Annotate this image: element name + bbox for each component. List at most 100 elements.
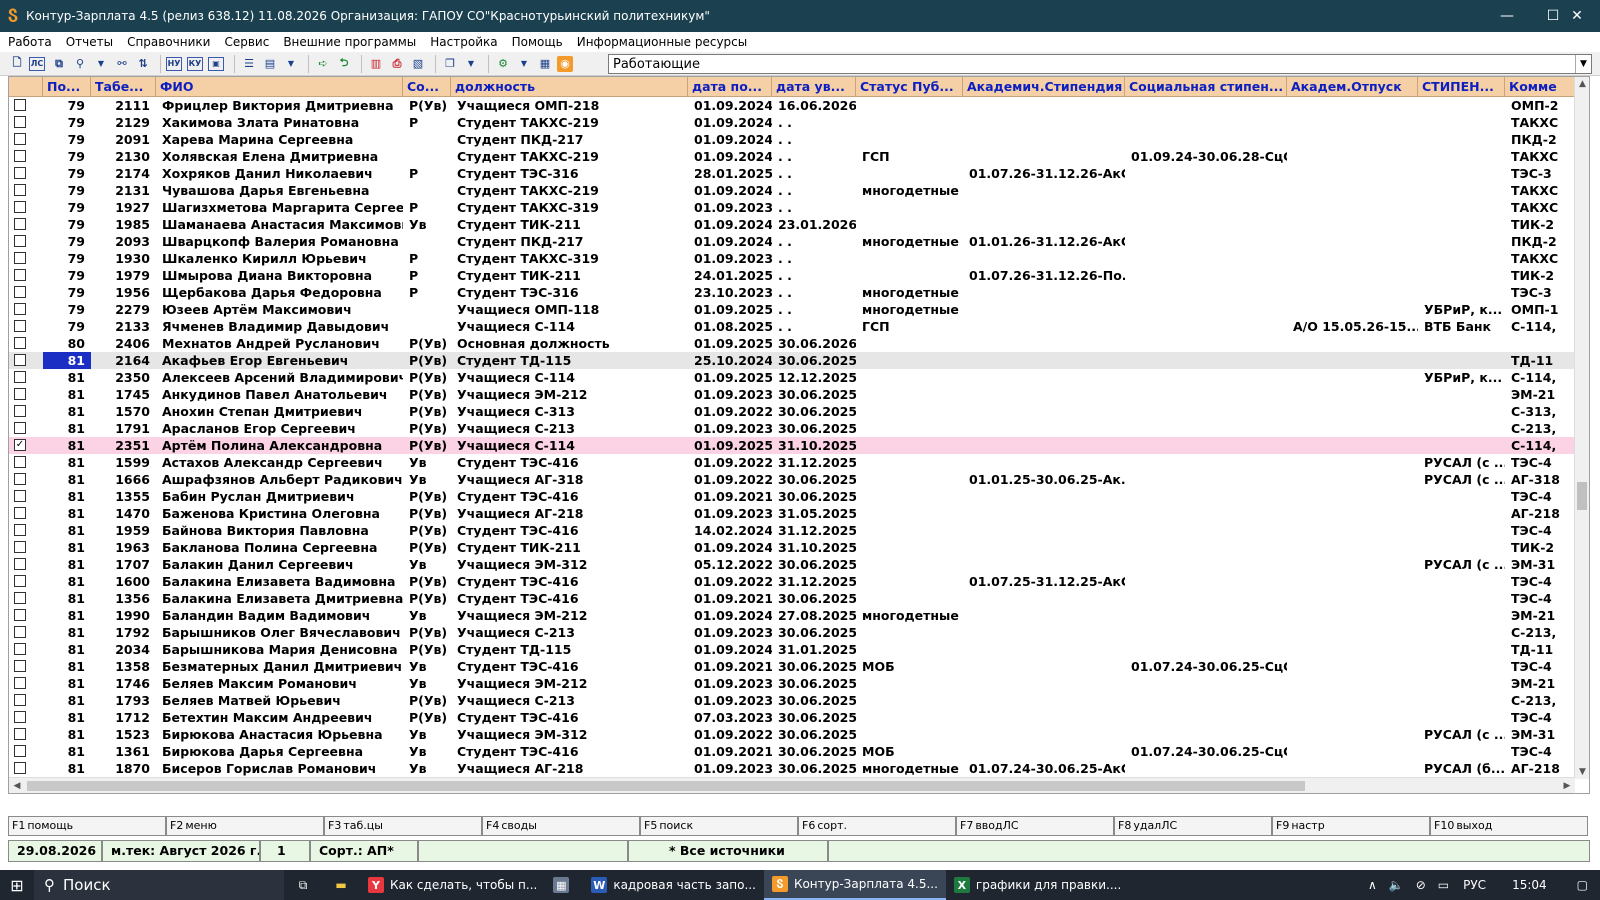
export-icon[interactable]: ➪ — [314, 55, 332, 73]
fkey-f6[interactable]: F6 сорт. — [798, 816, 956, 836]
row-checkbox[interactable] — [14, 150, 26, 162]
table-row[interactable]: 81 1355 Бабин Руслан Дмитриевич Р(Ув) Студен… — [9, 488, 1575, 505]
focused-cell[interactable]: 81 — [43, 352, 91, 369]
print-icon[interactable]: ⎙ — [388, 55, 406, 73]
personal-card-icon[interactable]: ЛС — [29, 56, 45, 71]
dropdown-arrow-icon[interactable]: ▼ — [282, 55, 300, 73]
table-icon[interactable]: ▤ — [261, 55, 279, 73]
scroll-right-icon[interactable]: ▶ — [1559, 778, 1575, 793]
row-checkbox[interactable] — [14, 473, 26, 485]
row-checkbox[interactable] — [14, 218, 26, 230]
menu-references[interactable]: Справочники — [127, 35, 210, 49]
import-icon[interactable]: ⮌ — [335, 55, 353, 73]
row-checkbox[interactable] — [14, 371, 26, 383]
menu-work[interactable]: Работа — [8, 35, 52, 49]
table-row[interactable]: 81 1470 Баженова Кристина Олеговна Р(Ув) Уча… — [9, 505, 1575, 522]
filter-select[interactable]: Работающие ▼ — [608, 54, 1592, 74]
clock[interactable]: 15:04 — [1494, 870, 1565, 900]
notifications-icon[interactable]: ▢ — [1565, 870, 1600, 900]
binoculars-icon[interactable]: ⚯ — [113, 55, 131, 73]
scroll-thumb[interactable] — [1577, 482, 1587, 510]
col-state[interactable]: Со... — [403, 77, 451, 97]
row-checkbox[interactable] — [14, 252, 26, 264]
row-checkbox[interactable] — [14, 405, 26, 417]
chevron-down-icon[interactable]: ▼ — [1575, 55, 1591, 73]
table-row[interactable]: 79 2131 Чувашова Дарья Евгеньевна Студент Т… — [9, 182, 1575, 199]
vertical-scrollbar[interactable]: ▲ ▼ — [1574, 77, 1589, 779]
table-row[interactable]: 81 1358 Безматерных Данил Дмитриевич Ув Студ… — [9, 658, 1575, 675]
menu-settings[interactable]: Настройка — [430, 35, 497, 49]
dropdown-arrow-icon[interactable]: ▼ — [462, 55, 480, 73]
table-row[interactable]: 81 1792 Барышников Олег Вячеславович Р(Ув) У… — [9, 624, 1575, 641]
row-checkbox[interactable] — [14, 235, 26, 247]
col-check[interactable] — [9, 77, 43, 97]
table-row[interactable]: 81 1963 Бакланова Полина Сергеевна Р(Ув) Сту… — [9, 539, 1575, 556]
row-checkbox[interactable] — [14, 167, 26, 179]
row-checkbox[interactable] — [14, 303, 26, 315]
table-row[interactable]: 81 1746 Беляев Максим Романович Ув Учащиеся … — [9, 675, 1575, 692]
table-row[interactable]: 81 1712 Бетехтин Максим Андреевич Р(Ув) Студ… — [9, 709, 1575, 726]
person-search-icon[interactable]: ⚲ — [71, 55, 89, 73]
row-checkbox[interactable] — [14, 728, 26, 740]
table-row[interactable]: 81 1570 Анохин Степан Дмитриевич Р(Ув) Учащи… — [9, 403, 1575, 420]
taskbar-app[interactable]: Xграфики для правки.... — [946, 870, 1129, 900]
col-tabel[interactable]: Табе... — [91, 77, 156, 97]
table-row[interactable]: 81 1870 Бисеров Горислав Романович Ув Учащие… — [9, 760, 1575, 777]
taskbar-search[interactable]: ⚲ Поиск — [34, 870, 284, 900]
dropdown-arrow-icon[interactable]: ▼ — [515, 55, 533, 73]
row-checkbox[interactable] — [14, 575, 26, 587]
table-row[interactable]: 81 1793 Беляев Матвей Юрьевич Р(Ув) Учащиеся… — [9, 692, 1575, 709]
col-stipend[interactable]: СТИПЕН... — [1418, 77, 1505, 97]
chevron-up-icon[interactable]: ∧ — [1362, 870, 1383, 900]
fkey-f2[interactable]: F2 меню — [166, 816, 324, 836]
rss-icon[interactable]: ◉ — [557, 55, 573, 72]
sort-icon[interactable]: ⇅ — [134, 55, 152, 73]
network-icon[interactable]: ⊘ — [1410, 870, 1432, 900]
col-fio[interactable]: ФИО — [156, 77, 403, 97]
menu-reports[interactable]: Отчеты — [66, 35, 113, 49]
table-row[interactable]: 81 1791 Арасланов Егор Сергеевич Р(Ув) Учащи… — [9, 420, 1575, 437]
table-row[interactable]: 81 1356 Балакина Елизавета Дмитриевна Р(Ув)… — [9, 590, 1575, 607]
table-row[interactable]: 81 2034 Барышникова Мария Денисовна Р(Ув) Ст… — [9, 641, 1575, 658]
row-checkbox[interactable] — [14, 456, 26, 468]
row-checkbox[interactable] — [14, 133, 26, 145]
volume-icon[interactable]: 🔈 — [1383, 870, 1410, 900]
row-checkbox[interactable] — [14, 422, 26, 434]
table-row[interactable]: 81 1959 Байнова Виктория Павловна Р(Ув) Студ… — [9, 522, 1575, 539]
col-acad-leave[interactable]: Академ.Отпуск — [1287, 77, 1418, 97]
table-row[interactable]: 79 2130 Холявская Елена Дмитриевна Студент … — [9, 148, 1575, 165]
row-checkbox[interactable] — [14, 762, 26, 774]
table-row[interactable]: 81 1599 Астахов Александр Сергеевич Ув Студе… — [9, 454, 1575, 471]
table-row[interactable]: 79 1979 Шмырова Диана Викторовна Р Студент Т… — [9, 267, 1575, 284]
documents-icon[interactable]: ▧ — [409, 55, 427, 73]
table-row[interactable]: 79 2111 Фрицлер Виктория Дмитриевна Р(Ув) Уч… — [9, 97, 1575, 114]
table-row[interactable]: 81 1523 Бирюкова Анастасия Юрьевна Ув Учащие… — [9, 726, 1575, 743]
row-checkbox[interactable] — [14, 286, 26, 298]
hscroll-thumb[interactable] — [27, 781, 1305, 791]
minimize-button[interactable]: — — [1484, 0, 1530, 32]
col-comment[interactable]: Комме — [1505, 77, 1575, 97]
scroll-up-icon[interactable]: ▲ — [1575, 77, 1589, 91]
scroll-left-icon[interactable]: ◀ — [9, 778, 25, 793]
list-icon[interactable]: ☰ — [240, 55, 258, 73]
display-icon[interactable]: ▭ — [1432, 870, 1455, 900]
table-row[interactable]: 81 1745 Анкудинов Павел Анатольевич Р(Ув) Уч… — [9, 386, 1575, 403]
row-checkbox[interactable] — [14, 490, 26, 502]
table-row[interactable]: 81 1600 Балакина Елизавета Вадимовна Р(Ув) С… — [9, 573, 1575, 590]
table-row[interactable]: 79 1985 Шаманаева Анастасия Максимовна Ув Ст… — [9, 216, 1575, 233]
row-checkbox[interactable] — [14, 99, 26, 111]
col-acad-stipend[interactable]: Академич.Стипендия — [963, 77, 1125, 97]
menu-service[interactable]: Сервис — [224, 35, 269, 49]
fkey-f9[interactable]: F9 настр — [1272, 816, 1430, 836]
table-row[interactable]: 79 1927 Шагизхметова Маргарита Сергее... Р С… — [9, 199, 1575, 216]
fkey-f7[interactable]: F7 вводЛС — [956, 816, 1114, 836]
row-checkbox[interactable] — [14, 694, 26, 706]
row-checkbox[interactable] — [14, 388, 26, 400]
row-checkbox[interactable]: ✓ — [14, 439, 26, 451]
calc-icon[interactable]: ▣ — [208, 56, 224, 71]
fkey-f3[interactable]: F3 таб.цы — [324, 816, 482, 836]
file-explorer-icon[interactable]: ▬ — [322, 870, 360, 900]
table-row[interactable]: 81 1361 Бирюкова Дарья Сергеевна Ув Студент … — [9, 743, 1575, 760]
language-indicator[interactable]: РУС — [1455, 870, 1494, 900]
table-row[interactable]: 80 2406 Мехнатов Андрей Русланович Р(Ув) Осн… — [9, 335, 1575, 352]
